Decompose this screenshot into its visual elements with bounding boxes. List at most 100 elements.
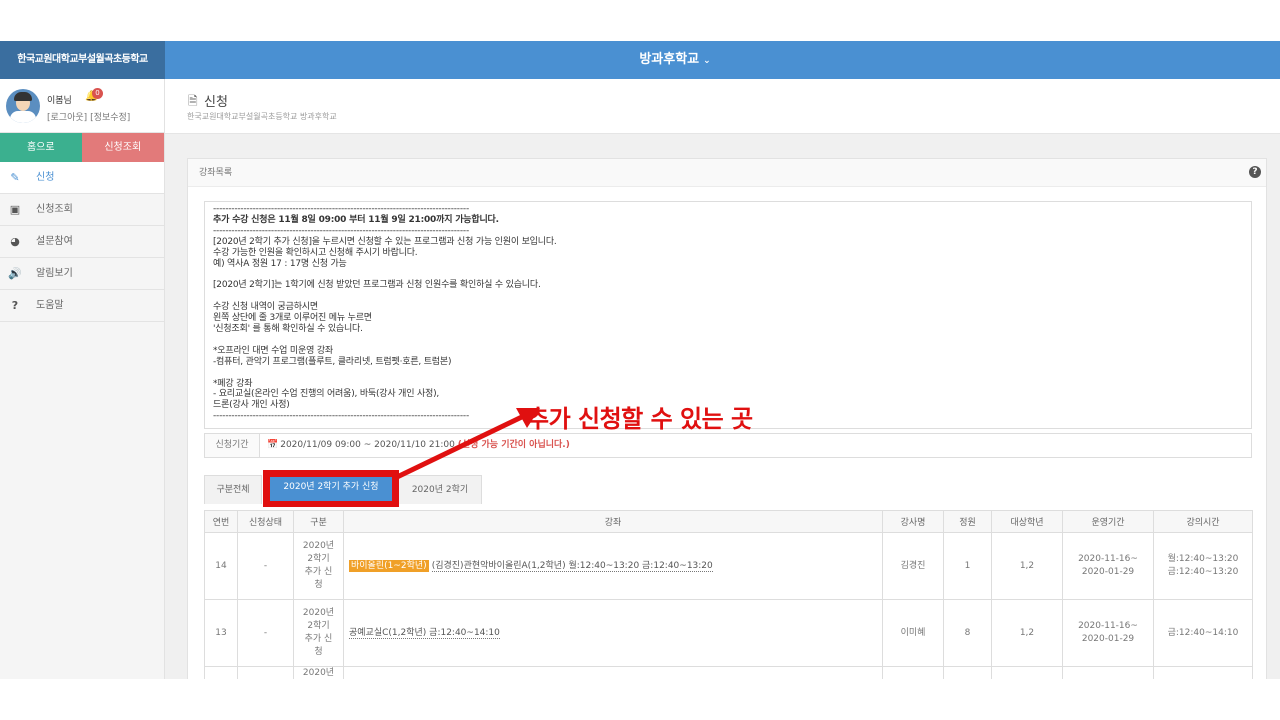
sidebar-item-label: 도움말 [36,300,64,311]
column-header[interactable]: 연번 [204,510,238,533]
row-teacher: 이미혜 [882,599,944,667]
notice-line: 수강 가능한 인원을 확인하시고 신청해 주시기 바랍니다. [213,247,418,258]
notice-line: 왼쪽 상단에 줄 3개로 이루어진 메뉴 누르면 [213,313,372,324]
calendar-icon: 📅 [267,440,279,450]
avatar [6,89,40,123]
row-period: 2020-11-16~ 2020-01-29 [1062,532,1154,600]
breadcrumb: 한국교원대학교부설월곡초등학교 방과후학교 [187,112,337,121]
sidebar-item-check[interactable]: ▣ 신청조회 [0,194,164,226]
help-icon[interactable]: ? [1249,166,1261,178]
pie-chart-icon: ◕ [10,235,20,248]
sidebar-item-label: 알림보기 [36,268,73,279]
row-number: 13 [204,599,238,667]
row-capacity: 1 [943,532,992,600]
user-profile: 이봄님 🔔 0 [로그아웃] [정보수정] [0,79,164,133]
page-title: 신청 [204,95,228,110]
notice-line: -컴퓨터, 관악기 프로그램(플루트, 클라리넷, 트럼펫·호른, 트럼본) [213,356,452,367]
notice-line: ----------------------------------------… [213,204,469,214]
app-title-label: 방과후학교 [639,52,700,67]
main-content: 🗎 신청 한국교원대학교부설월곡초등학교 방과후학교 강좌목록 ? ------… [165,79,1280,679]
sidebar: 이봄님 🔔 0 [로그아웃] [정보수정] 홈으로 신청조회 ✎ 신청 ▣ 신청조회 … [0,79,165,679]
table-row[interactable]: 14 - 2020년 2학기 추가 신 청 바이올린(1~2학년) (김경진)관현… [204,532,1253,600]
sidebar-item-label: 신청조회 [36,204,73,215]
period-status: (신청 가능 기간이 아닙니다.) [457,440,570,450]
check-application-button[interactable]: 신청조회 [81,133,164,162]
course-link[interactable]: 공예교실C(1,2학년) 금:12:40~14:10 [349,627,500,639]
app-title-dropdown[interactable]: 방과후학교 ⌄ [560,41,790,79]
sidebar-item-label: 신청 [36,172,55,183]
period-label: 신청기간 [205,434,260,457]
tab-all[interactable]: 구분전체 [204,475,262,504]
row-period: 2020-11-16~ 2020-01-29 [1062,599,1154,667]
sidebar-item-notifications[interactable]: 🔊 알림보기 [0,258,164,290]
row-category: 2020년 [293,666,344,679]
course-table: 연번 신청상태 구분 강좌 강사명 정원 대상학년 운영기간 강의시간 14 - [204,510,1253,679]
volume-icon: 🔊 [8,267,22,280]
row-number: 14 [204,532,238,600]
course-link[interactable]: (김경진)관현악바이올린A(1,2학년) 월:12:40~13:20 금:12:… [431,560,713,572]
period-value: 2020/11/09 09:00 ~ 2020/11/10 21:00 [280,440,455,450]
user-name: 이봄님 [47,96,72,106]
sidebar-menu: ✎ 신청 ▣ 신청조회 ◕ 설문참여 🔊 알림보기 ? 도움말 [0,162,164,322]
row-course: 바이올린(1~2학년) (김경진)관현악바이올린A(1,2학년) 월:12:40~… [343,532,883,600]
notice-line: [2020년 2학기 추가 신청]을 누르시면 신청할 수 있는 프로그램과 신… [213,236,557,247]
question-icon: ? [11,299,19,312]
row-status: - [237,599,294,667]
notice-line: ----------------------------------------… [213,225,469,236]
row-time: 금:12:40~14:10 [1153,599,1253,667]
app-window: 한국교원대학교부설월곡초등학교 방과후학교 ⌄ 이봄님 🔔 0 [로그아웃] [정보… [0,41,1280,679]
subject-badge: 바이올린(1~2학년) [349,559,429,572]
home-button[interactable]: 홈으로 [0,133,82,162]
quick-buttons: 홈으로 신청조회 [0,133,164,162]
table-row[interactable]: 2020년 [204,666,1253,679]
row-status: - [237,532,294,600]
notice-line: *오프라인 대면 수업 미운영 강좌 [213,345,333,356]
row-grade: 1,2 [991,599,1063,667]
row-category: 2020년 2학기 추가 신 청 [293,532,344,600]
row-course: 공예교실C(1,2학년) 금:12:40~14:10 [343,599,883,667]
table-row[interactable]: 13 - 2020년 2학기 추가 신 청 공예교실C(1,2학년) 금:12:… [204,599,1253,667]
edit-icon: ✎ [10,171,20,184]
column-header[interactable]: 운영기간 [1062,510,1154,533]
school-name[interactable]: 한국교원대학교부설월곡초등학교 [0,41,165,79]
notice-line [213,291,1243,302]
annotation-label: 추가 신청할 수 있는 곳 [527,405,753,433]
column-header[interactable]: 구분 [293,510,344,533]
column-header[interactable]: 강좌 [343,510,883,533]
edit-info-link[interactable]: [정보수정] [90,113,130,123]
column-header[interactable]: 정원 [943,510,992,533]
column-header[interactable]: 강의시간 [1153,510,1253,533]
notice-line [213,368,1243,379]
tab-2020-semester-2[interactable]: 2020년 2학기 [398,475,482,504]
sidebar-item-survey[interactable]: ◕ 설문참여 [0,226,164,258]
top-bar: 한국교원대학교부설월곡초등학교 방과후학교 ⌄ [0,41,1280,79]
row-time: 월:12:40~13:20 금:12:40~13:20 [1153,532,1253,600]
sidebar-item-help[interactable]: ? 도움말 [0,290,164,322]
notice-box: ----------------------------------------… [204,201,1252,429]
sidebar-item-label: 설문참여 [36,236,73,247]
sidebar-item-apply[interactable]: ✎ 신청 [0,162,164,194]
notice-line: [2020년 2학기]는 1학기에 신청 받았던 프로그램과 신청 인원수를 확… [213,280,541,291]
picture-icon: ▣ [9,203,21,216]
row-teacher: 김경진 [882,532,944,600]
logout-link[interactable]: [로그아웃] [47,113,87,123]
row-capacity: 8 [943,599,992,667]
notice-line: *폐강 강좌 [213,378,253,389]
column-header[interactable]: 신청상태 [237,510,294,533]
application-period: 신청기간 📅 2020/11/09 09:00 ~ 2020/11/10 21:0… [204,433,1252,458]
table-header-row: 연번 신청상태 구분 강좌 강사명 정원 대상학년 운영기간 강의시간 [204,510,1253,533]
panel-title: 강좌목록 [188,159,1266,187]
row-grade: 1,2 [991,532,1063,600]
notification-badge: 0 [92,88,103,99]
notice-line: '신청조회' 를 통해 확인하실 수 있습니다. [213,323,363,334]
notice-line [213,335,1243,346]
tab-additional-application[interactable]: 2020년 2학기 추가 신청 [266,473,396,505]
document-icon: 🗎 [188,94,198,108]
chevron-down-icon: ⌄ [703,56,711,66]
page-header: 🗎 신청 한국교원대학교부설월곡초등학교 방과후학교 [165,79,1280,134]
notice-line: 예) 역사A 정원 17 : 17명 신청 가능 [213,258,347,269]
row-category: 2020년 2학기 추가 신 청 [293,599,344,667]
column-header[interactable]: 강사명 [882,510,944,533]
notice-line: 수강 신청 내역이 궁금하시면 [213,302,318,313]
column-header[interactable]: 대상학년 [991,510,1063,533]
